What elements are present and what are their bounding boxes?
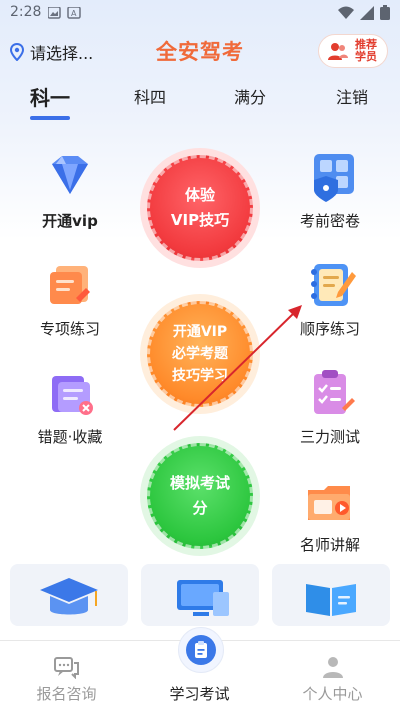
tabbar-label: 个人中心 <box>302 685 363 703</box>
tab-subject-four[interactable]: 科四 <box>134 84 166 108</box>
mock-exam-line2: 分 <box>192 499 208 517</box>
feature-label: 专项练习 <box>39 320 100 338</box>
feature-label: 三力测试 <box>299 428 360 446</box>
bottom-card-handbook[interactable] <box>272 564 390 626</box>
recommend-label: 推荐学员 <box>355 38 377 63</box>
wifi-icon <box>338 6 354 19</box>
feature-label: 开通vip <box>42 212 98 230</box>
mock-exam-button[interactable]: 模拟考试 分 <box>140 436 260 556</box>
clipboard-icon <box>186 635 216 665</box>
feature-sequential-practice[interactable]: 顺序练习 <box>275 258 385 339</box>
diamond-icon <box>52 156 88 194</box>
feature-label: 考前密卷 <box>299 212 360 230</box>
vip-trial-line2: VIP技巧 <box>170 211 230 229</box>
signal-icon <box>360 5 374 20</box>
status-bar: 2:28 A <box>0 0 400 26</box>
graduation-cap-icon <box>40 578 98 615</box>
three-abilities-icon <box>314 370 355 414</box>
bottom-cards <box>10 564 390 626</box>
secret-paper-icon <box>314 154 354 202</box>
feature-three-abilities-test[interactable]: 三力测试 <box>275 366 385 447</box>
feature-label: 顺序练习 <box>299 320 360 338</box>
feature-wrong-questions[interactable]: 错题·收藏 <box>15 366 125 447</box>
chat-icon <box>54 657 79 679</box>
vip-trial-button[interactable]: 体验 VIP技巧 <box>140 148 260 268</box>
feature-special-practice[interactable]: 专项练习 <box>15 258 125 339</box>
system-icons <box>338 5 390 20</box>
open-vip-line2: 必学考题 <box>172 346 228 362</box>
feature-label: 错题·收藏 <box>37 428 103 446</box>
computer-icon <box>177 580 229 616</box>
svg-text:A: A <box>71 9 77 18</box>
open-vip-study-button[interactable]: 开通VIP 必学考题 技巧学习 <box>140 294 260 414</box>
recommend-student-button[interactable]: 推荐学员 <box>318 34 388 68</box>
open-vip-line3: 技巧学习 <box>172 368 228 384</box>
tabbar-label: 学习考试 <box>169 685 230 703</box>
mock-exam-line1: 模拟考试 <box>169 474 230 492</box>
notification-icons: A <box>48 7 81 19</box>
practice-icon <box>50 266 90 304</box>
active-tab-indicator <box>30 116 70 120</box>
bottom-card-computer-exam[interactable] <box>141 564 259 626</box>
tabbar-study-exam[interactable]: 学习考试 <box>133 627 266 711</box>
feature-teacher-explanation[interactable]: 名师讲解 <box>275 474 385 555</box>
tab-full-score[interactable]: 满分 <box>234 84 266 108</box>
bottom-tab-bar: 报名咨询 学习考试 个人中心 <box>0 627 400 711</box>
feature-open-vip[interactable]: 开通vip <box>15 150 125 231</box>
tab-subject-one[interactable]: 科一 <box>30 82 70 111</box>
user-group-icon <box>328 43 348 60</box>
status-time: 2:28 <box>10 4 42 20</box>
book-icon <box>306 584 356 616</box>
bottom-card-course[interactable] <box>10 564 128 626</box>
tab-cancel[interactable]: 注销 <box>336 84 368 108</box>
app-header: 请选择... 全安驾考 推荐学员 <box>0 26 400 74</box>
open-vip-line1: 开通VIP <box>172 324 228 340</box>
teacher-video-icon <box>308 486 350 520</box>
sequential-practice-icon <box>311 264 356 306</box>
active-tab-bubble <box>178 627 224 673</box>
wrong-questions-icon <box>52 376 93 415</box>
tabbar-personal-center[interactable]: 个人中心 <box>266 641 399 711</box>
tabbar-label: 报名咨询 <box>36 685 97 703</box>
user-icon <box>323 657 343 678</box>
feature-label: 名师讲解 <box>299 536 360 554</box>
feature-secret-paper[interactable]: 考前密卷 <box>275 150 385 231</box>
battery-icon <box>380 5 390 20</box>
tabbar-registration-consult[interactable]: 报名咨询 <box>0 641 133 711</box>
vip-trial-line1: 体验 <box>184 186 215 204</box>
